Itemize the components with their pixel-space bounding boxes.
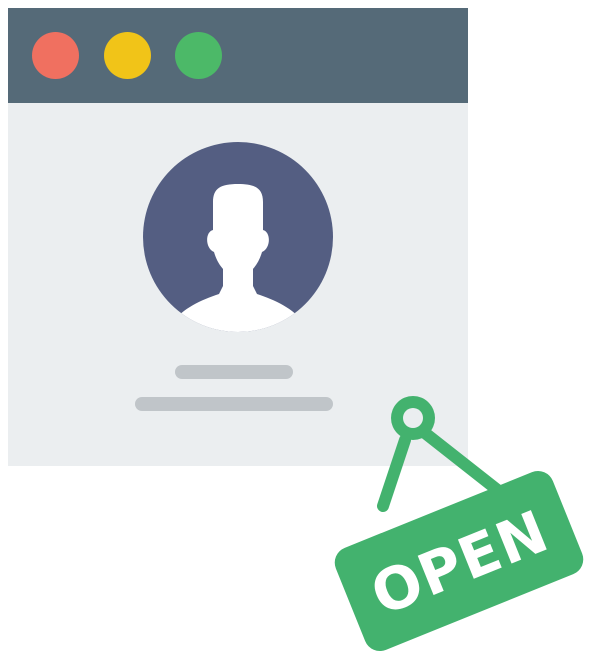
description-placeholder-line	[135, 397, 333, 411]
minimize-dot-icon[interactable]	[104, 32, 151, 79]
sign-label: OPEN	[362, 497, 558, 629]
user-silhouette-icon	[171, 184, 305, 332]
close-dot-icon[interactable]	[32, 32, 79, 79]
name-placeholder-line	[175, 365, 293, 379]
sign-board	[334, 471, 584, 651]
title-bar	[8, 8, 468, 103]
user-avatar-icon	[143, 142, 333, 332]
illustration: OPEN	[0, 0, 589, 660]
browser-window	[8, 8, 468, 466]
maximize-dot-icon[interactable]	[175, 32, 222, 79]
